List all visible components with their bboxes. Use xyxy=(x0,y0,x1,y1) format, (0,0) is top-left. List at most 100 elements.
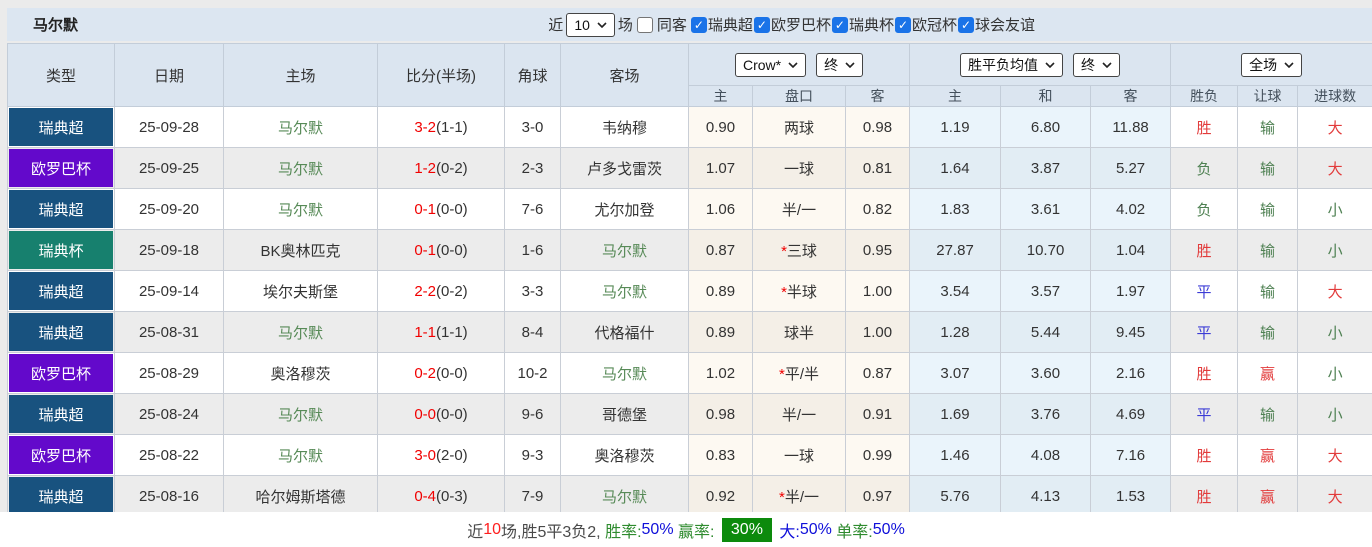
result-handicap: 赢 xyxy=(1237,352,1299,394)
table-row: 瑞典超 25-08-24 马尔默 0-0(0-0) 9-6 哥德堡 0.98 半… xyxy=(7,393,1372,435)
avg-time-select[interactable]: 终 xyxy=(1073,52,1121,77)
result-wdl: 负 xyxy=(1170,188,1239,230)
avg-away-odds: 1.97 xyxy=(1090,270,1172,312)
result-goals: 大 xyxy=(1297,475,1372,517)
result-wdl: 胜 xyxy=(1170,352,1239,394)
avg-select[interactable]: 胜平负均值 xyxy=(960,52,1064,77)
result-handicap: 输 xyxy=(1237,188,1299,230)
odds-home: 1.07 xyxy=(688,147,753,189)
avg-away-odds: 1.04 xyxy=(1090,229,1172,271)
col-corners: 角球 xyxy=(504,43,561,107)
odds-away: 0.95 xyxy=(844,229,911,271)
league-filter-checkbox[interactable]: ✓ xyxy=(753,16,770,33)
corners: 9-3 xyxy=(504,434,561,476)
odds-time-select[interactable]: 终 xyxy=(816,52,864,77)
avg-away-odds: 2.16 xyxy=(1090,352,1172,394)
league-filter: ✓ 欧冠杯 xyxy=(894,14,957,35)
table-row: 瑞典超 25-09-20 马尔默 0-1(0-0) 7-6 尤尔加登 1.06 … xyxy=(7,188,1372,230)
match-score: 1-2(0-2) xyxy=(377,147,505,189)
league-filter-checkbox[interactable]: ✓ xyxy=(957,16,974,33)
chevron-down-icon xyxy=(788,61,798,68)
result-goals: 大 xyxy=(1297,106,1372,148)
bookmaker-select[interactable]: Crow* xyxy=(734,52,807,77)
handicap: 一球 xyxy=(752,147,846,189)
away-team: 尤尔加登 xyxy=(560,188,689,230)
league-badge: 欧罗巴杯 xyxy=(9,149,113,187)
corners: 1-6 xyxy=(504,229,561,271)
fulltime-score: 0-0 xyxy=(414,405,436,423)
match-score: 3-2(1-1) xyxy=(377,106,505,148)
result-goals: 小 xyxy=(1297,311,1372,353)
league-cell: 瑞典超 xyxy=(7,270,115,312)
home-team: BK奥林匹克 xyxy=(223,229,378,271)
match-date: 25-09-25 xyxy=(114,147,224,189)
league-cell: 瑞典超 xyxy=(7,393,115,435)
games-label: 场 xyxy=(617,17,633,34)
league-filter-label: 欧罗巴杯 xyxy=(770,17,831,34)
home-team: 马尔默 xyxy=(223,311,378,353)
league-badge: 瑞典超 xyxy=(9,108,113,146)
match-date: 25-08-16 xyxy=(114,475,224,517)
avg-header: 胜平负均值 终 xyxy=(909,43,1172,86)
match-score: 3-0(2-0) xyxy=(377,434,505,476)
col-score: 比分(半场) xyxy=(377,43,505,107)
league-filter-checkbox[interactable]: ✓ xyxy=(894,16,911,33)
home-team: 马尔默 xyxy=(223,106,378,148)
match-score: 1-1(1-1) xyxy=(377,311,505,353)
match-date: 25-09-18 xyxy=(114,229,224,271)
avg-draw-odds: 3.76 xyxy=(1000,393,1092,435)
league-filters: ✓ 瑞典超 ✓ 欧罗巴杯 ✓ 瑞典杯 ✓ 欧冠杯 ✓ 球会友谊 xyxy=(690,14,1035,35)
corners: 7-9 xyxy=(504,475,561,517)
star-icon: * xyxy=(781,283,787,301)
table-row: 瑞典超 25-09-28 马尔默 3-2(1-1) 3-0 韦纳穆 0.90 两… xyxy=(7,106,1372,148)
subcol-avg-away: 客 xyxy=(1090,85,1172,107)
avg-away-odds: 5.27 xyxy=(1090,147,1172,189)
handicap: 一球 xyxy=(752,434,846,476)
odds-home: 0.92 xyxy=(688,475,753,517)
handicap: *三球 xyxy=(752,229,846,271)
same-venue-checkbox[interactable]: ✓ xyxy=(636,16,653,33)
avg-home-odds: 1.69 xyxy=(909,393,1002,435)
away-team: 韦纳穆 xyxy=(560,106,689,148)
match-date: 25-09-20 xyxy=(114,188,224,230)
scope-select[interactable]: 全场 xyxy=(1241,52,1303,77)
chevron-down-icon xyxy=(597,21,607,28)
odds-away: 0.98 xyxy=(844,106,911,148)
match-date: 25-08-29 xyxy=(114,352,224,394)
league-filter-checkbox[interactable]: ✓ xyxy=(690,16,707,33)
footer-segment: 场,胜5平3负2, xyxy=(501,523,606,541)
avg-draw-odds: 6.80 xyxy=(1000,106,1092,148)
home-team: 马尔默 xyxy=(223,434,378,476)
chevron-down-icon xyxy=(1102,61,1112,68)
home-team: 马尔默 xyxy=(223,147,378,189)
league-cell: 欧罗巴杯 xyxy=(7,352,115,394)
halftime-score: (0-2) xyxy=(436,282,468,300)
table-row: 瑞典超 25-09-14 埃尔夫斯堡 2-2(0-2) 3-3 马尔默 0.89… xyxy=(7,270,1372,312)
league-filter-label: 欧冠杯 xyxy=(911,17,957,34)
chevron-down-icon xyxy=(845,61,855,68)
avg-home-odds: 3.54 xyxy=(909,270,1002,312)
recent-count-select[interactable]: 10 xyxy=(566,12,615,37)
subcol-handicap: 盘口 xyxy=(752,85,846,107)
col-home: 主场 xyxy=(223,43,378,107)
away-team: 哥德堡 xyxy=(560,393,689,435)
avg-draw-odds: 10.70 xyxy=(1000,229,1092,271)
league-badge: 瑞典超 xyxy=(9,190,113,228)
result-wdl: 平 xyxy=(1170,311,1239,353)
table-row: 欧罗巴杯 25-08-29 奥洛穆茨 0-2(0-0) 10-2 马尔默 1.0… xyxy=(7,352,1372,394)
league-cell: 欧罗巴杯 xyxy=(7,147,115,189)
result-goals: 小 xyxy=(1297,229,1372,271)
avg-draw-odds: 4.08 xyxy=(1000,434,1092,476)
away-team: 马尔默 xyxy=(560,352,689,394)
subcol-avg-draw: 和 xyxy=(1000,85,1092,107)
match-date: 25-09-14 xyxy=(114,270,224,312)
result-wdl: 平 xyxy=(1170,393,1239,435)
match-score: 0-0(0-0) xyxy=(377,393,505,435)
odds-away: 1.00 xyxy=(844,270,911,312)
avg-draw-odds: 3.57 xyxy=(1000,270,1092,312)
league-filter-checkbox[interactable]: ✓ xyxy=(831,16,848,33)
result-wdl: 平 xyxy=(1170,270,1239,312)
avg-draw-odds: 3.61 xyxy=(1000,188,1092,230)
halftime-score: (1-1) xyxy=(436,118,468,136)
footer-segment: 50% xyxy=(799,520,832,538)
